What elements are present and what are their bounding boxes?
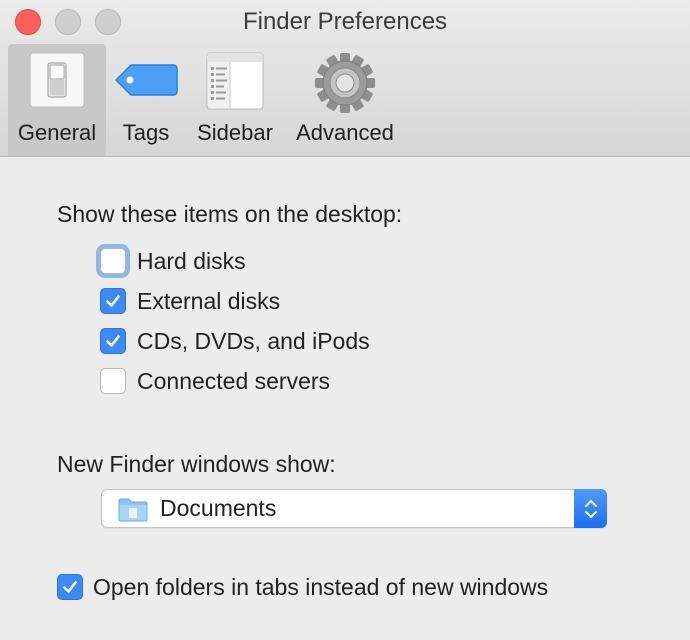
toolbar-tab-label: Advanced xyxy=(296,120,394,145)
external-disks-checkbox[interactable] xyxy=(100,288,126,314)
checkmark-icon xyxy=(106,295,120,307)
popup-stepper-icon[interactable] xyxy=(574,489,607,528)
cds-dvds-ipods-option[interactable]: CDs, DVDs, and iPods xyxy=(100,326,370,356)
titlebar-toolbar: Finder Preferences General Tags Sidebar … xyxy=(0,0,690,157)
cds-dvds-ipods-checkbox[interactable] xyxy=(100,328,126,354)
hard-disks-checkbox[interactable] xyxy=(100,248,126,274)
toolbar-tab-label: Tags xyxy=(122,120,170,145)
external-disks-option[interactable]: External disks xyxy=(100,286,280,316)
connected-servers-checkbox[interactable] xyxy=(100,368,126,394)
toolbar-tab-general[interactable]: General xyxy=(8,44,106,156)
toolbar-tab-tags[interactable]: Tags xyxy=(112,44,180,156)
external-disks-label: External disks xyxy=(137,287,281,314)
open-in-tabs-option[interactable]: Open folders in tabs instead of new wind… xyxy=(57,572,548,602)
connected-servers-option[interactable]: Connected servers xyxy=(100,366,330,396)
hard-disks-option[interactable]: Hard disks xyxy=(100,246,246,276)
new-window-heading: New Finder windows show: xyxy=(57,451,336,477)
toolbar-tab-label: General xyxy=(17,120,97,145)
finder-preferences-window: Finder Preferences General Tags Sidebar … xyxy=(0,0,690,640)
checkmark-icon xyxy=(106,335,120,347)
connected-servers-label: Connected servers xyxy=(137,367,331,394)
cds-dvds-ipods-label: CDs, DVDs, and iPods xyxy=(137,327,370,354)
open-in-tabs-checkbox[interactable] xyxy=(57,574,83,600)
new-window-location-popup[interactable]: Documents xyxy=(101,489,607,528)
switch-icon xyxy=(29,52,85,113)
desktop-items-heading: Show these items on the desktop: xyxy=(57,201,403,227)
new-window-location-value: Documents xyxy=(160,495,277,521)
checkmark-icon xyxy=(63,581,77,593)
gear-icon xyxy=(314,52,376,119)
toolbar-tab-label: Sidebar xyxy=(197,120,273,145)
hard-disks-label: Hard disks xyxy=(137,247,246,274)
open-in-tabs-label: Open folders in tabs instead of new wind… xyxy=(93,573,549,600)
tag-icon xyxy=(113,52,179,113)
toolbar-tab-sidebar[interactable]: Sidebar xyxy=(192,44,278,156)
toolbar-tab-advanced[interactable]: Advanced xyxy=(292,44,398,156)
window-title: Finder Preferences xyxy=(242,8,448,35)
sidebar-icon xyxy=(206,52,264,115)
folder-icon xyxy=(118,498,148,527)
